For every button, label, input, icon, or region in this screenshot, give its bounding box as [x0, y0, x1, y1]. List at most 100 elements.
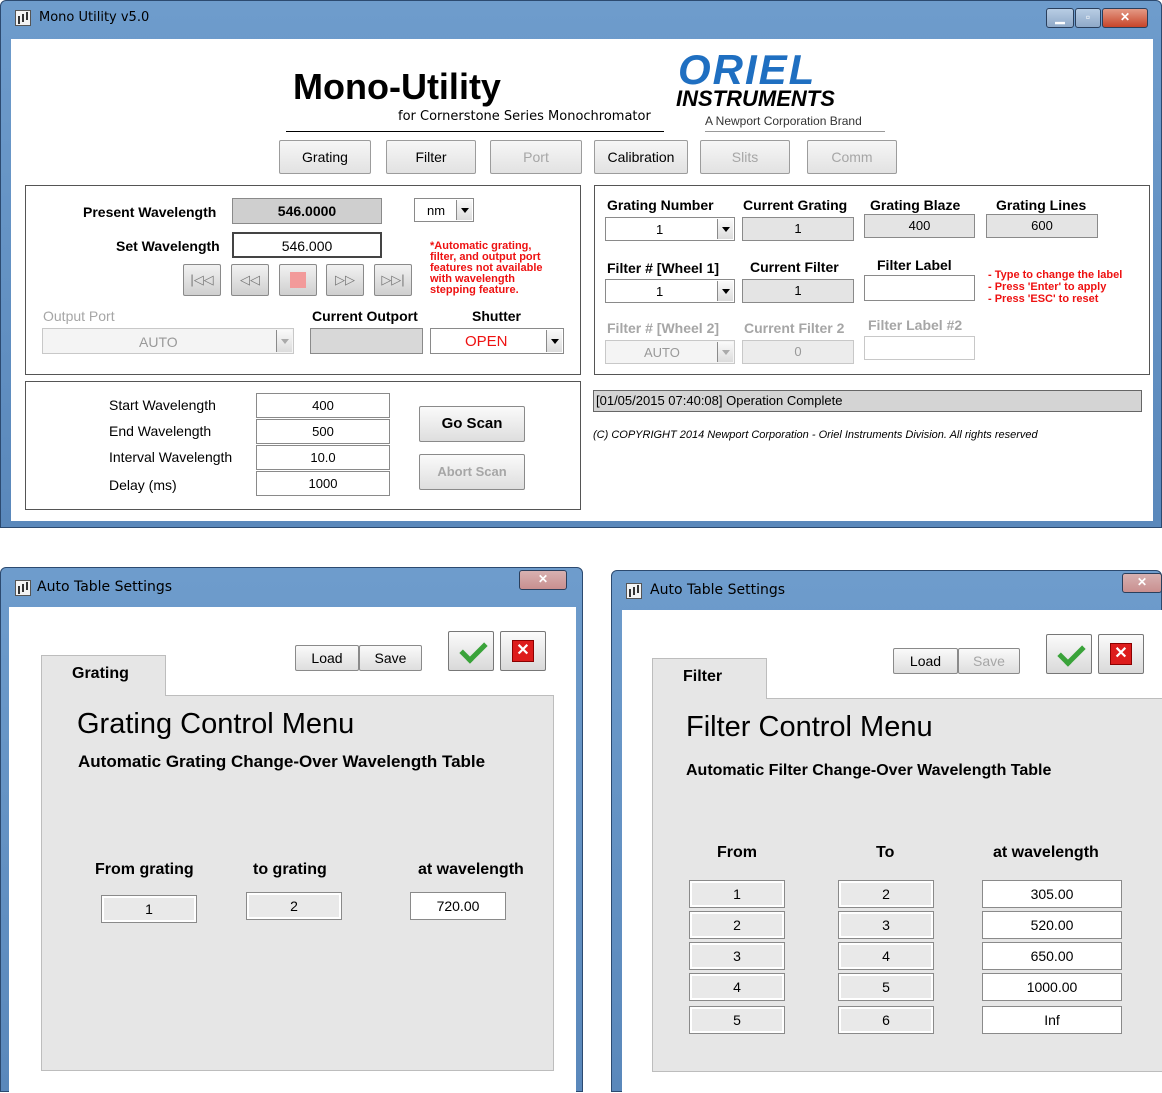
filter-label2-label: Filter Label #2	[868, 317, 963, 333]
close-button[interactable]: ✕	[1122, 573, 1162, 593]
app-icon	[15, 10, 31, 26]
current-filter2-label: Current Filter 2	[744, 320, 845, 336]
current-outport-label: Current Outport	[312, 308, 418, 324]
shutter-select[interactable]: OPEN	[430, 328, 564, 354]
filter-titlebar[interactable]: Auto Table Settings ✕	[612, 571, 1162, 603]
app-subtitle: for Cornerstone Series Monochromator	[398, 109, 651, 124]
maximize-button[interactable]: ▫	[1075, 8, 1101, 28]
confirm-check-icon[interactable]	[448, 631, 494, 671]
filter-to-value: 5	[838, 973, 934, 1001]
current-outport-value	[310, 328, 423, 354]
end-wavelength-label: End Wavelength	[109, 423, 212, 439]
filter-label-hint-2: - Press 'Enter' to apply	[988, 281, 1107, 293]
stepping-note: *Automatic grating, filter, and output p…	[430, 240, 543, 296]
set-wavelength-label: Set Wavelength	[116, 238, 220, 254]
filter-window-title: Auto Table Settings	[650, 582, 786, 598]
filter-label-hint-3: - Press 'ESC' to reset	[988, 293, 1099, 305]
abort-scan-button[interactable]: Abort Scan	[419, 454, 525, 490]
filter-to-value: 2	[838, 880, 934, 908]
output-port-label: Output Port	[43, 308, 115, 324]
grating-col-to: to grating	[253, 861, 327, 878]
filter-to-value: 4	[838, 942, 934, 970]
minimize-button[interactable]: ▁	[1046, 8, 1074, 28]
shutter-value: OPEN	[465, 333, 508, 350]
save-button[interactable]: Save	[359, 645, 422, 671]
close-button[interactable]: ✕	[519, 570, 567, 590]
brand-rule	[705, 131, 885, 132]
last-icon[interactable]: ▷▷|	[374, 264, 412, 296]
filter-wheel2-select[interactable]: AUTO	[605, 340, 735, 364]
header-rule	[286, 131, 664, 132]
interval-wavelength-input[interactable]: 10.0	[256, 445, 390, 470]
filter-wavelength-input[interactable]: 650.00	[982, 942, 1122, 970]
tab-grating[interactable]: Grating	[41, 655, 166, 696]
unit-select[interactable]: nm	[414, 198, 474, 222]
first-icon[interactable]: |◁◁	[183, 264, 221, 296]
grating-number-select[interactable]: 1	[605, 217, 735, 241]
grating-titlebar[interactable]: Auto Table Settings ✕	[1, 568, 582, 600]
stop-icon[interactable]	[279, 264, 317, 296]
start-wavelength-label: Start Wavelength	[109, 397, 216, 413]
forward-icon[interactable]: ▷▷	[326, 264, 364, 296]
grating-lines-label: Grating Lines	[996, 197, 1087, 213]
nav-port-button[interactable]: Port	[490, 140, 582, 174]
grating-blaze-value: 400	[864, 214, 975, 238]
set-wavelength-input[interactable]: 546.000	[232, 232, 382, 258]
filter-from-value: 3	[689, 942, 785, 970]
grating-heading: Grating Control Menu	[77, 708, 355, 740]
filter-col-wavelength: at wavelength	[993, 844, 1099, 861]
start-wavelength-input[interactable]: 400	[256, 393, 390, 418]
brand-name: INSTRUMENTS	[676, 86, 835, 111]
delay-input[interactable]: 1000	[256, 471, 390, 496]
close-button[interactable]: ✕	[1102, 8, 1148, 28]
filter-from-value: 5	[689, 1006, 785, 1034]
grating-col-from: From grating	[95, 861, 194, 878]
nav-comm-button[interactable]: Comm	[807, 140, 897, 174]
cancel-x-icon[interactable]: ✕	[1098, 634, 1144, 674]
load-button[interactable]: Load	[295, 645, 359, 671]
app-title: Mono-Utility	[293, 66, 501, 107]
window-title: Mono Utility v5.0	[39, 10, 150, 25]
status-bar: [01/05/2015 07:40:08] Operation Complete	[593, 390, 1142, 412]
grating-number-value: 1	[656, 222, 664, 237]
nav-slits-button[interactable]: Slits	[700, 140, 790, 174]
unit-select-value: nm	[427, 203, 446, 218]
filter-wavelength-input[interactable]: 305.00	[982, 880, 1122, 908]
chevron-down-icon	[546, 330, 562, 352]
filter-wavelength-input[interactable]: Inf	[982, 1006, 1122, 1034]
main-titlebar[interactable]: Mono Utility v5.0 ▁ ▫ ✕	[1, 1, 1161, 33]
filter-wavelength-input[interactable]: 520.00	[982, 911, 1122, 939]
cancel-x-icon[interactable]: ✕	[500, 631, 546, 671]
grating-wavelength-input[interactable]: 720.00	[410, 892, 506, 920]
chevron-down-icon	[717, 281, 733, 301]
grating-col-wavelength: at wavelength	[418, 861, 524, 878]
nav-filter-button[interactable]: Filter	[386, 140, 476, 174]
filter-from-value: 2	[689, 911, 785, 939]
filter-wavelength-input[interactable]: 1000.00	[982, 973, 1122, 1001]
save-button[interactable]: Save	[958, 648, 1020, 674]
filter-wheel1-label: Filter # [Wheel 1]	[607, 260, 720, 276]
output-port-select[interactable]: AUTO	[42, 328, 294, 354]
go-scan-button[interactable]: Go Scan	[419, 406, 525, 442]
delay-label: Delay (ms)	[109, 477, 177, 493]
grating-number-label: Grating Number	[607, 197, 714, 213]
load-button[interactable]: Load	[893, 648, 958, 674]
filter-label-input[interactable]	[864, 275, 975, 301]
grating-window-title: Auto Table Settings	[37, 579, 173, 595]
nav-calibration-button[interactable]: Calibration	[594, 140, 688, 174]
filter-label2-input[interactable]	[864, 336, 975, 360]
rewind-icon[interactable]: ◁◁	[231, 264, 269, 296]
chevron-down-icon	[717, 219, 733, 239]
nav-grating-button[interactable]: Grating	[279, 140, 371, 174]
filter-label-label: Filter Label	[877, 257, 952, 273]
confirm-check-icon[interactable]	[1046, 634, 1092, 674]
filter-wheel1-select[interactable]: 1	[605, 279, 735, 303]
current-filter-label: Current Filter	[750, 259, 839, 275]
end-wavelength-input[interactable]: 500	[256, 419, 390, 444]
grating-lines-value: 600	[986, 214, 1098, 238]
filter-subheading: Automatic Filter Change-Over Wavelength …	[686, 762, 1052, 779]
filter-col-to: To	[876, 844, 895, 861]
tab-filter[interactable]: Filter	[652, 658, 767, 699]
output-port-value: AUTO	[139, 334, 178, 350]
filter-col-from: From	[717, 844, 757, 861]
